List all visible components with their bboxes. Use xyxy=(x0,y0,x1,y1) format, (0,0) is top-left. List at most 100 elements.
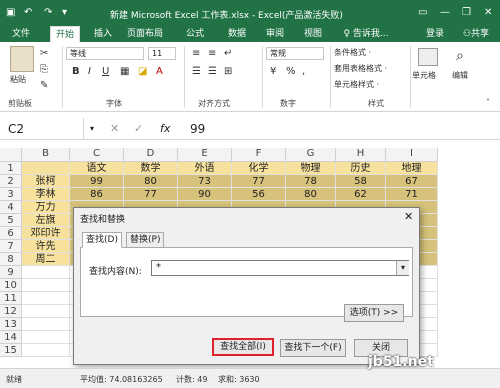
row-header[interactable]: 2 xyxy=(0,175,22,188)
conditional-format-button[interactable]: 条件格式 · xyxy=(334,47,371,58)
cell[interactable]: 77 xyxy=(232,175,286,188)
number-format-combo[interactable]: 常规 xyxy=(266,47,324,60)
cell[interactable]: 80 xyxy=(124,175,178,188)
font-size-combo[interactable]: 11 xyxy=(148,47,176,60)
column-header[interactable]: E xyxy=(178,148,232,162)
underline-icon[interactable]: U xyxy=(102,66,109,77)
tab-find[interactable]: 查找(D) xyxy=(82,232,122,248)
table-format-button[interactable]: 套用表格格式 · xyxy=(334,63,387,74)
formula-input[interactable]: 99 xyxy=(190,118,205,140)
cell[interactable]: 邓印许 xyxy=(22,227,70,240)
cell[interactable]: 左旗 xyxy=(22,214,70,227)
cell[interactable]: 62 xyxy=(336,188,386,201)
cell[interactable] xyxy=(22,266,70,279)
tab-home[interactable]: 开始 xyxy=(50,26,80,42)
cell[interactable]: 历史 xyxy=(336,162,386,175)
tab-view[interactable]: 视图 xyxy=(298,26,328,42)
wrap-text-icon[interactable]: ↵ xyxy=(224,48,232,59)
cell[interactable]: 地理 xyxy=(386,162,438,175)
tab-review[interactable]: 审阅 xyxy=(260,26,290,42)
ribbon-options-icon[interactable]: ▭ xyxy=(418,7,427,18)
cell[interactable] xyxy=(22,279,70,292)
cell[interactable]: 80 xyxy=(286,188,336,201)
cell[interactable]: 万力 xyxy=(22,201,70,214)
row-header[interactable]: 4 xyxy=(0,201,22,214)
tab-formulas[interactable]: 公式 xyxy=(180,26,210,42)
tell-me-box[interactable]: ♀ 告诉我... xyxy=(334,26,398,42)
cell[interactable]: 物理 xyxy=(286,162,336,175)
align-center-icon[interactable]: ☰ xyxy=(208,66,217,77)
find-input[interactable]: * ▾ xyxy=(151,260,409,276)
find-all-button[interactable]: 查找全部(I) xyxy=(212,338,274,356)
column-header[interactable]: H xyxy=(336,148,386,162)
cell[interactable] xyxy=(22,344,70,357)
align-top-icon[interactable]: ≡ xyxy=(192,48,200,59)
minimize-icon[interactable]: — xyxy=(440,7,450,18)
row-header[interactable]: 11 xyxy=(0,292,22,305)
cell[interactable]: 67 xyxy=(386,175,438,188)
bold-icon[interactable]: B xyxy=(72,66,80,77)
cell[interactable]: 99 xyxy=(70,175,124,188)
cell[interactable]: 外语 xyxy=(178,162,232,175)
align-left-icon[interactable]: ☰ xyxy=(192,66,201,77)
column-header[interactable]: G xyxy=(286,148,336,162)
editing-button[interactable]: 编辑 xyxy=(452,70,468,81)
row-header[interactable]: 8 xyxy=(0,253,22,266)
row-header[interactable]: 14 xyxy=(0,331,22,344)
tab-insert[interactable]: 插入 xyxy=(88,26,118,42)
options-button[interactable]: 选项(T) >> xyxy=(344,304,404,322)
fill-color-icon[interactable]: ◪ xyxy=(138,66,147,77)
cell[interactable]: 58 xyxy=(336,175,386,188)
column-header[interactable]: C xyxy=(70,148,124,162)
cells-button[interactable]: 单元格 xyxy=(412,70,436,81)
find-history-dropdown-icon[interactable]: ▾ xyxy=(396,261,409,275)
row-header[interactable]: 6 xyxy=(0,227,22,240)
close-icon[interactable]: ✕ xyxy=(404,210,413,223)
close-window-icon[interactable]: ✕ xyxy=(484,7,492,18)
cell[interactable]: 化学 xyxy=(232,162,286,175)
tab-replace[interactable]: 替换(P) xyxy=(126,232,165,248)
undo-icon[interactable]: ↶ xyxy=(24,7,32,18)
cell[interactable] xyxy=(22,318,70,331)
collapse-ribbon-icon[interactable]: ˄ xyxy=(486,98,490,107)
name-box[interactable]: C2 xyxy=(0,118,84,140)
row-header[interactable]: 9 xyxy=(0,266,22,279)
italic-icon[interactable]: I xyxy=(88,66,91,77)
cancel-icon[interactable]: ✕ xyxy=(110,122,119,135)
cell[interactable]: 78 xyxy=(286,175,336,188)
restore-icon[interactable]: ❐ xyxy=(462,7,471,18)
percent-icon[interactable]: % xyxy=(286,66,296,77)
row-header[interactable]: 1 xyxy=(0,162,22,175)
save-icon[interactable]: ▣ xyxy=(6,7,15,18)
column-header[interactable]: I xyxy=(386,148,438,162)
cell[interactable]: 周二 xyxy=(22,253,70,266)
cell[interactable] xyxy=(22,331,70,344)
cell[interactable]: 73 xyxy=(178,175,232,188)
row-header[interactable]: 10 xyxy=(0,279,22,292)
merge-cells-icon[interactable]: ⊞ xyxy=(224,66,232,77)
column-header[interactable]: D xyxy=(124,148,178,162)
comma-icon[interactable]: , xyxy=(302,66,305,77)
copy-icon[interactable]: ⎘ xyxy=(40,64,48,75)
select-all-corner[interactable] xyxy=(0,148,22,162)
login-link[interactable]: 登录 xyxy=(420,26,450,42)
cell[interactable]: 77 xyxy=(124,188,178,201)
cell[interactable] xyxy=(22,305,70,318)
name-box-dropdown-icon[interactable]: ▾ xyxy=(90,124,94,133)
insert-function-button[interactable]: fx xyxy=(160,122,170,135)
font-color-icon[interactable]: A xyxy=(156,66,163,77)
row-header[interactable]: 13 xyxy=(0,318,22,331)
align-middle-icon[interactable]: ≡ xyxy=(208,48,216,59)
enter-icon[interactable]: ✓ xyxy=(134,122,143,135)
cell[interactable]: 90 xyxy=(178,188,232,201)
font-name-combo[interactable]: 等线 xyxy=(66,47,144,60)
cell[interactable]: 李林 xyxy=(22,188,70,201)
cells-icon[interactable] xyxy=(418,48,438,66)
paste-button[interactable]: 粘贴 xyxy=(10,74,26,85)
cell[interactable]: 71 xyxy=(386,188,438,201)
cell[interactable]: 56 xyxy=(232,188,286,201)
tab-file[interactable]: 文件 xyxy=(6,26,36,42)
cell[interactable]: 张柯 xyxy=(22,175,70,188)
tab-page-layout[interactable]: 页面布局 xyxy=(122,26,168,42)
row-header[interactable]: 15 xyxy=(0,344,22,357)
